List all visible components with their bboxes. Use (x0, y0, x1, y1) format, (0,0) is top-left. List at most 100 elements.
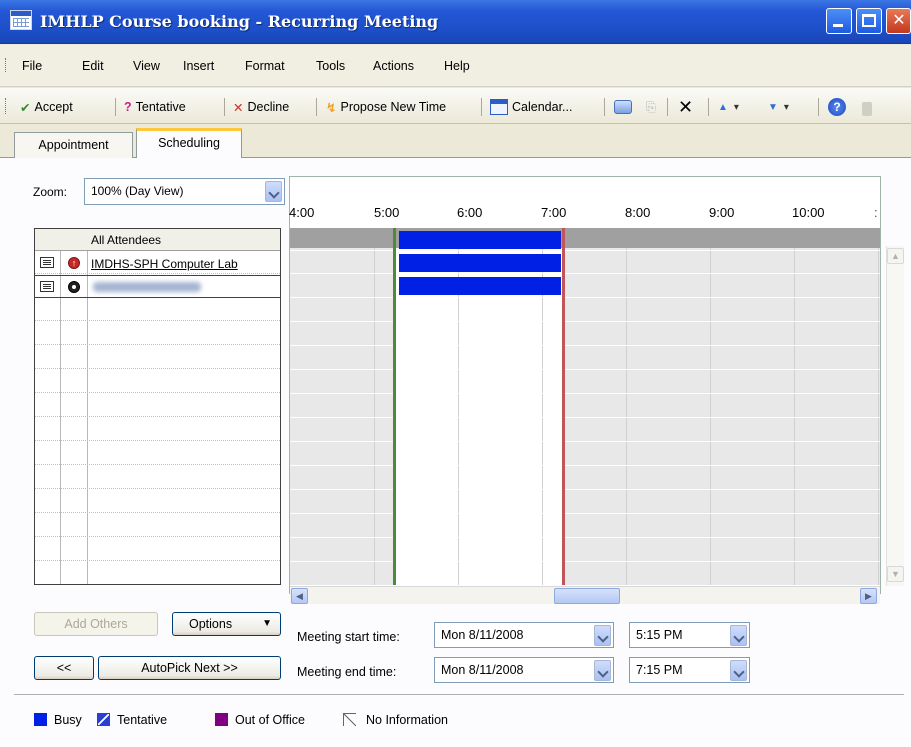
menu-edit[interactable]: Edit (82, 59, 104, 73)
timeline-grid[interactable] (290, 228, 880, 585)
all-attendees-row[interactable]: All Attendees (35, 229, 280, 251)
hour-label: 8:00 (625, 205, 651, 220)
menu-insert[interactable]: Insert (183, 59, 214, 73)
scroll-right-icon[interactable]: ▶ (860, 588, 877, 604)
hour-label: 5:00 (374, 205, 400, 220)
chevron-down-icon[interactable] (730, 660, 747, 681)
previous-item-button[interactable]: ▲ ▾ (718, 97, 739, 117)
add-others-button[interactable]: Add Others (34, 612, 158, 636)
calendar-icon (490, 99, 508, 115)
close-button[interactable]: ✕ (886, 8, 911, 34)
x-icon: ✕ (233, 100, 244, 115)
meeting-start-line[interactable] (393, 228, 396, 585)
busy-legend-swatch (34, 713, 47, 726)
menu-file[interactable]: File (22, 59, 42, 73)
chevron-down-icon[interactable] (594, 660, 611, 681)
tentative-button[interactable]: ? Tentative (124, 97, 186, 117)
maximize-button[interactable] (856, 8, 882, 34)
address-card-icon[interactable] (40, 257, 54, 268)
decline-button[interactable]: ✕ Decline (233, 97, 289, 117)
propose-time-button[interactable]: ↯ Propose New Time (326, 97, 446, 117)
vertical-scrollbar[interactable]: ▲ ▼ (886, 246, 904, 586)
scroll-thumb[interactable] (554, 588, 620, 604)
required-attendee-icon[interactable]: ↑ (68, 257, 80, 269)
attendee-name[interactable]: IMDHS-SPH Computer Lab (91, 257, 238, 271)
scroll-down-icon[interactable]: ▼ (887, 566, 904, 582)
tab-strip: Appointment Scheduling (0, 125, 911, 158)
all-attendees-label: All Attendees (91, 233, 162, 247)
autopick-previous-button[interactable]: << (34, 656, 94, 680)
dropdown-arrow-icon: ▾ (733, 101, 739, 113)
menu-grip[interactable] (5, 58, 8, 72)
start-date-value: Mon 8/11/2008 (441, 628, 524, 642)
scroll-left-icon[interactable]: ◀ (291, 588, 308, 604)
attendee-name-obscured[interactable] (93, 282, 201, 292)
minimize-button[interactable] (826, 8, 852, 34)
end-time-field[interactable]: 7:15 PM (629, 657, 750, 683)
tab-scheduling[interactable]: Scheduling (136, 128, 242, 158)
toolbar-overflow[interactable] (862, 102, 872, 116)
tentative-legend-swatch (97, 713, 110, 726)
end-date-value: Mon 8/11/2008 (441, 663, 524, 677)
scroll-up-icon[interactable]: ▲ (887, 248, 904, 264)
decline-label: Decline (247, 100, 290, 114)
busy-block (399, 231, 561, 249)
start-time-value: 5:15 PM (636, 628, 683, 642)
delete-button[interactable]: ✕ (678, 97, 693, 117)
down-arrow-icon: ▼ (768, 101, 778, 113)
toolbar-grip[interactable] (5, 98, 8, 114)
menu-actions[interactable]: Actions (373, 59, 414, 73)
hour-label: 6:00 (457, 205, 483, 220)
options-button[interactable]: Options ▼ (172, 612, 281, 636)
help-button[interactable]: ? (828, 97, 846, 117)
menu-tools[interactable]: Tools (316, 59, 345, 73)
no-information-legend-label: No Information (366, 713, 448, 727)
calendar-icon (10, 10, 32, 30)
address-card-icon[interactable] (40, 281, 54, 292)
optional-attendee-icon[interactable] (68, 281, 80, 293)
start-date-field[interactable]: Mon 8/11/2008 (434, 622, 614, 648)
tentative-label: Tentative (135, 100, 186, 114)
up-arrow-icon: ▲ (718, 101, 728, 113)
attendee-list: All Attendees ↑ IMDHS-SPH Computer Lab (34, 228, 281, 585)
printer-icon (614, 100, 632, 114)
calendar-button[interactable]: Calendar... (490, 97, 572, 117)
title-bar[interactable]: IMHLP Course booking - Recurring Meeting… (0, 0, 911, 44)
chevron-down-icon[interactable] (730, 625, 747, 646)
dropdown-arrow-icon: ▼ (262, 618, 272, 629)
options-label: Options (189, 617, 233, 631)
menu-view[interactable]: View (133, 59, 160, 73)
hour-label: 10:00 (792, 205, 825, 220)
chevron-down-icon[interactable] (594, 625, 611, 646)
close-icon: ✕ (892, 12, 906, 29)
window-title: IMHLP Course booking - Recurring Meeting (40, 12, 439, 31)
tab-appointment[interactable]: Appointment (14, 132, 133, 158)
propose-icon: ↯ (326, 100, 337, 115)
chevron-down-icon[interactable] (265, 181, 282, 202)
dropdown-arrow-icon: ▾ (783, 101, 789, 113)
zoom-value: 100% (Day View) (91, 184, 184, 198)
meeting-end-line[interactable] (562, 228, 565, 585)
end-date-field[interactable]: Mon 8/11/2008 (434, 657, 614, 683)
toolbar: ✔ Accept ? Tentative ✕ Decline ↯ Propose… (0, 88, 911, 124)
menu-format[interactable]: Format (245, 59, 285, 73)
horizontal-scrollbar[interactable]: ◀ ▶ (290, 586, 880, 604)
menu-help[interactable]: Help (444, 59, 470, 73)
zoom-select[interactable]: 100% (Day View) (84, 178, 285, 205)
print-button[interactable] (614, 97, 632, 117)
accept-label: Accept (34, 100, 73, 114)
attach-button[interactable]: ⎘ (646, 97, 656, 117)
next-item-button[interactable]: ▼ ▾ (768, 97, 789, 117)
zoom-label: Zoom: (33, 185, 68, 199)
question-icon: ? (124, 100, 132, 114)
attendee-row[interactable] (35, 275, 280, 298)
autopick-next-button[interactable]: AutoPick Next >> (98, 656, 281, 680)
start-time-field[interactable]: 5:15 PM (629, 622, 750, 648)
attendee-row[interactable]: ↑ IMDHS-SPH Computer Lab (35, 253, 280, 274)
calendar-label: Calendar... (512, 100, 573, 114)
busy-block (399, 277, 561, 295)
end-time-value: 7:15 PM (636, 663, 683, 677)
accept-button[interactable]: ✔ Accept (20, 97, 73, 117)
checkmark-icon: ✔ (20, 100, 31, 115)
minimize-icon (833, 24, 843, 27)
